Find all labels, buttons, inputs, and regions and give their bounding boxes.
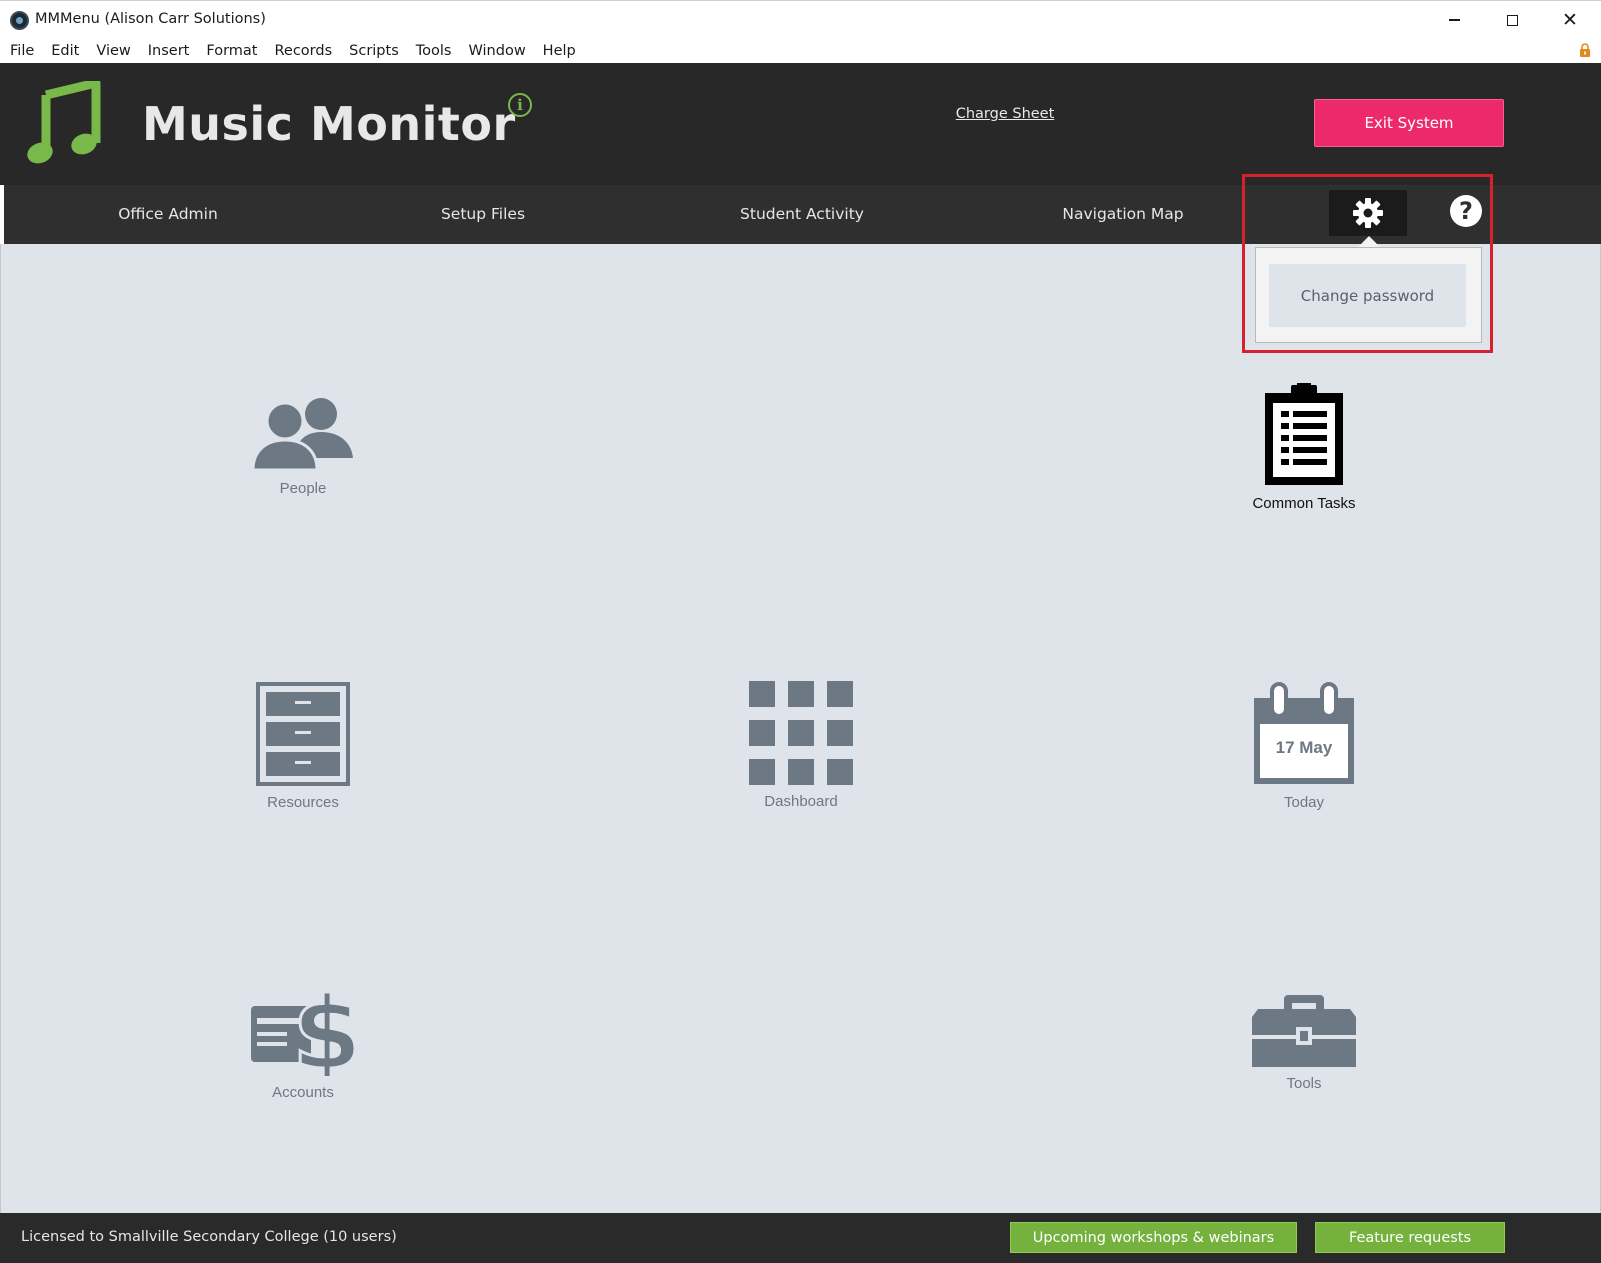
license-text: Licensed to Smallville Secondary College… xyxy=(21,1229,397,1245)
resources-label: Resources xyxy=(267,794,339,811)
menu-edit[interactable]: Edit xyxy=(51,43,79,59)
music-note-logo xyxy=(27,81,101,164)
window-title: MMMenu (Alison Carr Solutions) xyxy=(35,11,266,27)
calendar-icon: 17 May xyxy=(1252,682,1356,786)
common-tasks-label: Common Tasks xyxy=(1252,495,1356,512)
app-icon xyxy=(10,11,29,30)
common-tasks-tile[interactable]: Common Tasks xyxy=(1204,383,1404,512)
info-icon[interactable]: i xyxy=(508,93,532,117)
close-button[interactable]: ✕ xyxy=(1541,1,1599,39)
dashboard-label: Dashboard xyxy=(764,793,838,810)
tools-tile[interactable]: Tools xyxy=(1204,995,1404,1092)
people-icon xyxy=(251,398,353,472)
menu-file[interactable]: File xyxy=(10,43,34,59)
close-icon: ✕ xyxy=(1562,8,1578,31)
menu-view[interactable]: View xyxy=(96,43,130,59)
minimize-icon xyxy=(1448,19,1460,21)
menu-format[interactable]: Format xyxy=(206,43,257,59)
menu-tools[interactable]: Tools xyxy=(416,43,452,59)
workshops-button[interactable]: Upcoming workshops & webinars xyxy=(1010,1222,1297,1253)
svg-text:$: $ xyxy=(292,984,355,1076)
charge-sheet-link[interactable]: Charge Sheet xyxy=(940,106,1070,122)
feature-requests-button[interactable]: Feature requests xyxy=(1315,1222,1505,1253)
accounts-tile[interactable]: $ Accounts xyxy=(203,984,403,1101)
tools-label: Tools xyxy=(1286,1075,1322,1092)
today-label: Today xyxy=(1283,794,1325,811)
nav-setup-files[interactable]: Setup Files xyxy=(383,205,583,223)
menu-scripts[interactable]: Scripts xyxy=(349,43,399,59)
filing-cabinet-icon xyxy=(256,682,350,786)
dashboard-tile[interactable]: Dashboard xyxy=(701,681,901,810)
resources-tile[interactable]: Resources xyxy=(203,682,403,811)
lock-icon[interactable] xyxy=(1579,43,1591,57)
accounts-label: Accounts xyxy=(272,1084,334,1101)
minimize-button[interactable] xyxy=(1425,1,1483,39)
nav-navigation-map[interactable]: Navigation Map xyxy=(1023,205,1223,223)
menu-records[interactable]: Records xyxy=(274,43,332,59)
people-tile[interactable]: People xyxy=(203,394,403,497)
money-icon: $ xyxy=(251,984,355,1076)
exit-system-button[interactable]: Exit System xyxy=(1314,99,1504,147)
window-titlebar: MMMenu (Alison Carr Solutions) ✕ xyxy=(0,0,1601,38)
toolbox-icon xyxy=(1252,995,1356,1067)
nav-student-activity[interactable]: Student Activity xyxy=(702,205,902,223)
people-label: People xyxy=(279,480,327,497)
clipboard-icon xyxy=(1265,383,1343,485)
grid-icon xyxy=(749,681,853,785)
app-header: Music Monitor i Charge Sheet Exit System xyxy=(0,63,1601,185)
today-tile[interactable]: 17 May Today xyxy=(1204,682,1404,811)
maximize-icon xyxy=(1506,14,1518,26)
maximize-button[interactable] xyxy=(1483,1,1541,39)
nav-office-admin[interactable]: Office Admin xyxy=(68,205,268,223)
app-brand-title: Music Monitor xyxy=(142,97,516,151)
menu-window[interactable]: Window xyxy=(469,43,526,59)
status-footer: Licensed to Smallville Secondary College… xyxy=(0,1213,1601,1263)
highlight-annotation xyxy=(1242,174,1493,353)
menu-bar: File Edit View Insert Format Records Scr… xyxy=(0,38,1601,63)
calendar-date: 17 May xyxy=(1275,738,1333,757)
menu-insert[interactable]: Insert xyxy=(148,43,190,59)
menu-help[interactable]: Help xyxy=(543,43,576,59)
